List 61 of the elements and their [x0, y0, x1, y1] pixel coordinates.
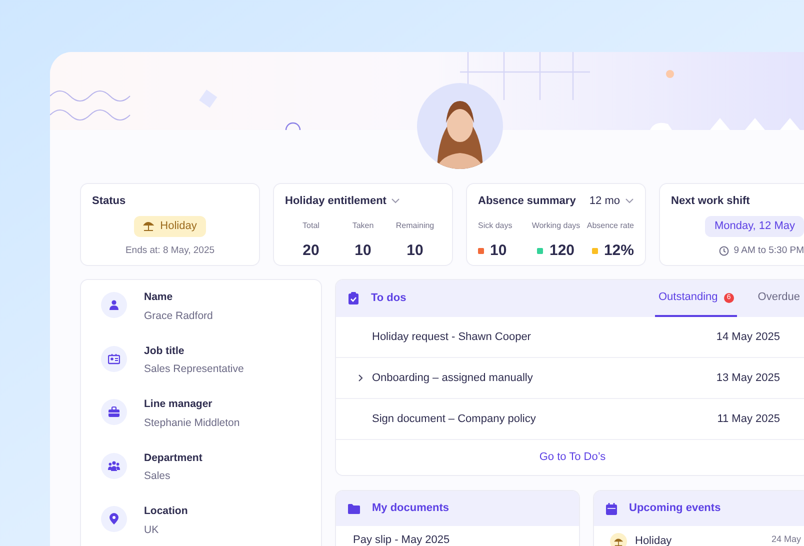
period-dropdown[interactable]: 12 mo [589, 193, 634, 210]
detail-value: Sales Representative [144, 362, 244, 378]
todo-title: Holiday request - Shawn Cooper [372, 330, 531, 345]
chevron-down-icon [625, 198, 634, 204]
todo-date: 14 May 2025 [716, 330, 780, 345]
todo-row[interactable]: Sign document – Company policy 11 May 2025 [336, 399, 804, 440]
detail-value: UK [144, 522, 160, 538]
person-icon [101, 292, 127, 318]
id-card-icon [101, 346, 127, 372]
stat-value: 10 [354, 240, 372, 260]
briefcase-icon [101, 399, 127, 425]
stat-value: 10 [490, 240, 507, 260]
card-title: To dos [371, 291, 406, 306]
detail-label: Department [144, 450, 202, 466]
shift-date: Monday, 12 May [705, 216, 804, 236]
status-badge: Holiday [134, 216, 206, 236]
clipboard-check-icon [348, 292, 359, 305]
clock-icon [718, 246, 729, 256]
detail-value: Sales [144, 469, 172, 484]
card-title: Holiday entitlement [285, 194, 386, 209]
event-date: 24 May [771, 533, 801, 546]
detail-value: Grace Radford [144, 308, 213, 324]
todo-title: Onboarding – assigned manually [372, 370, 533, 386]
stat-label: Remaining [396, 220, 434, 232]
card-title: Status [92, 194, 127, 209]
detail-label: Job title [144, 344, 186, 358]
detail-label: Line manager [144, 397, 214, 412]
stat-label: Absence rate [586, 220, 634, 232]
stat-label: Taken [352, 220, 374, 232]
card-title: My documents [372, 501, 450, 516]
todo-row[interactable]: Holiday request - Shawn Cooper 14 May 2025 [336, 317, 804, 358]
todo-date: 13 May 2025 [716, 370, 780, 386]
detail-label: Location [144, 504, 188, 519]
end-date: Ends at: 8 May, 2025 [124, 244, 216, 258]
stat-value: 20 [302, 240, 320, 260]
beach-umbrella-icon [610, 533, 627, 546]
stat-label: Total [302, 220, 320, 232]
people-icon [101, 452, 127, 478]
document-item[interactable]: Pay slip - May 2025 [336, 526, 579, 546]
detail-value: Stephanie Middleton [144, 416, 240, 431]
card-title: Upcoming events [629, 501, 721, 516]
tab[interactable]: Overdue [754, 280, 803, 317]
stat-label: Working days [532, 220, 580, 232]
chevron-right-icon[interactable] [358, 374, 363, 382]
calendar-icon [606, 502, 617, 514]
stat-value: 120 [549, 240, 575, 260]
card-title: Next work shift [671, 194, 751, 209]
chevron-down-icon[interactable] [391, 198, 400, 204]
location-pin-icon [101, 506, 127, 532]
stat-value: 12% [604, 240, 634, 260]
stat-label: Sick days [478, 220, 512, 232]
stat-value: 10 [406, 240, 424, 260]
beach-umbrella-icon [143, 221, 154, 231]
todo-title: Sign document – Company policy [372, 412, 536, 427]
todo-date: 11 May 2025 [717, 412, 780, 427]
detail-label: Name [144, 290, 174, 305]
todo-row[interactable]: Onboarding – assigned manually 13 May 2025 [336, 358, 804, 399]
folder-icon [348, 504, 360, 514]
card-title: Absence summary [478, 194, 576, 209]
todos-link[interactable]: Go to To Do’s [539, 449, 606, 466]
shift-time: 9 AM to 5:30 PM [734, 244, 804, 258]
